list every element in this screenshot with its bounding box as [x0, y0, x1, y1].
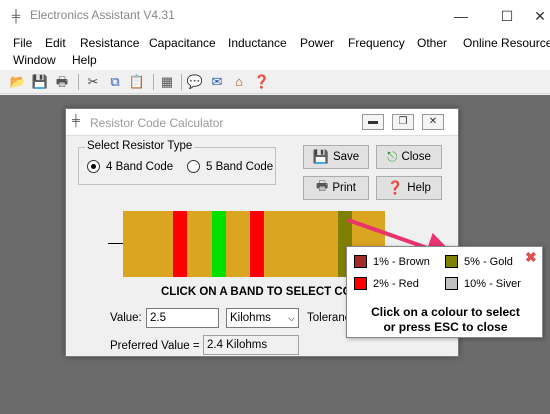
unit-select[interactable]: Kilohms ⌵	[226, 308, 299, 328]
radio-indicator[interactable]	[187, 160, 200, 173]
tolerance-color-popup: 1% - Brown 5% - Gold 2% - Red 10% - Sive…	[346, 246, 543, 338]
band-1[interactable]	[173, 211, 187, 277]
menu-inductance[interactable]: Inductance	[228, 35, 287, 51]
dialog-close-button[interactable]: ✕	[422, 114, 444, 130]
calculator-icon[interactable]: ▦	[158, 74, 176, 90]
window-title: Electronics Assistant V4.31	[30, 8, 175, 22]
maximize-button[interactable]: ☐	[484, 0, 530, 32]
home-icon[interactable]: ⌂	[230, 74, 248, 90]
option-silver[interactable]: 10% - Siver	[445, 277, 521, 290]
close-window-button[interactable]: ✕	[530, 0, 550, 32]
radio-indicator[interactable]	[87, 160, 100, 173]
unit-select-value: Kilohms	[230, 312, 271, 324]
radio-4-band-label: 4 Band Code	[106, 160, 174, 173]
brown-swatch[interactable]	[354, 255, 367, 268]
option-red-label: 2% - Red	[373, 277, 419, 290]
help-button-label: Help	[407, 182, 431, 194]
help-button[interactable]: ❓ Help	[376, 176, 442, 200]
menu-window[interactable]: Window	[13, 52, 56, 68]
print-icon: 🖶	[316, 178, 329, 193]
radio-5-band-label: 5 Band Code	[206, 160, 274, 173]
menu-power[interactable]: Power	[300, 35, 334, 51]
resistor-type-group: Select Resistor Type 4 Band Code 5 Band …	[78, 140, 276, 185]
group-label: Select Resistor Type	[85, 140, 195, 152]
menu-help[interactable]: Help	[72, 52, 97, 68]
dialog-minimize-button[interactable]: ▬	[362, 114, 384, 130]
option-brown[interactable]: 1% - Brown	[354, 255, 430, 268]
popup-message-line-2: or press ESC to close	[383, 320, 508, 334]
app-resistor-icon: ╪	[11, 9, 21, 23]
open-folder-icon[interactable]: 📂	[9, 74, 27, 90]
copy-icon[interactable]: ⧉	[106, 74, 124, 90]
band-2[interactable]	[212, 211, 226, 277]
print-button[interactable]: 🖶 Print	[303, 176, 369, 200]
print-button-label: Print	[332, 182, 356, 194]
toolbar-separator	[153, 74, 154, 90]
dialog-title: Resistor Code Calculator	[90, 116, 224, 130]
save-icon: 💾	[312, 149, 329, 164]
radio-5-band[interactable]: 5 Band Code	[187, 160, 273, 173]
menu-frequency[interactable]: Frequency	[348, 35, 405, 51]
chat-icon[interactable]: 💬	[186, 74, 204, 90]
menu-other[interactable]: Other	[417, 35, 447, 51]
toolbar-separator	[78, 74, 79, 90]
red-swatch[interactable]	[354, 277, 367, 290]
close-button-label: Close	[401, 151, 431, 163]
preferred-value-label: Preferred Value =	[110, 340, 200, 352]
preferred-value-field: 2.4 Kilohms	[203, 335, 299, 355]
menu-capacitance[interactable]: Capacitance	[149, 35, 216, 51]
silver-swatch[interactable]	[445, 277, 458, 290]
instruction-text: CLICK ON A BAND TO SELECT COLO	[161, 286, 368, 298]
exit-icon: ⎋	[387, 149, 398, 164]
dialog-restore-button[interactable]: ❐	[392, 114, 414, 130]
print-icon[interactable]: 🖶	[53, 74, 71, 90]
save-button-label: Save	[332, 151, 360, 163]
band-3[interactable]	[250, 211, 264, 277]
paste-icon[interactable]: 📋	[128, 74, 146, 90]
menu-resistance[interactable]: Resistance	[80, 35, 139, 51]
dialog-title-bar: ╪ Resistor Code Calculator ▬ ❐ ✕	[66, 109, 458, 136]
option-gold[interactable]: 5% - Gold	[445, 255, 513, 268]
value-input[interactable]: 2.5	[146, 308, 219, 328]
menu-file[interactable]: File	[13, 35, 32, 51]
minimize-button[interactable]: —	[438, 0, 484, 32]
menu-bar: File Edit Resistance Capacitance Inducta…	[0, 32, 550, 70]
option-silver-label: 10% - Siver	[464, 277, 521, 290]
popup-message-line-1: Click on a colour to select	[371, 305, 520, 319]
mail-icon[interactable]: ✉	[208, 74, 226, 90]
help-icon: ❓	[387, 180, 404, 195]
help-icon[interactable]: ❓	[253, 74, 271, 90]
cut-icon[interactable]: ✂	[84, 74, 102, 90]
toolbar: 📂 💾 🖶 ✂ ⧉ 📋 ▦ 💬 ✉ ⌂ ❓	[0, 70, 550, 94]
tolerance-label: Toleranc	[307, 312, 351, 324]
dialog-resistor-icon: ╪	[72, 115, 80, 127]
chevron-down-icon: ⌵	[288, 313, 295, 323]
option-brown-label: 1% - Brown	[373, 255, 430, 268]
save-icon[interactable]: 💾	[31, 74, 49, 90]
option-red[interactable]: 2% - Red	[354, 277, 419, 290]
title-bar: ╪ Electronics Assistant V4.31 — ☐ ✕	[0, 0, 550, 32]
menu-online-resources[interactable]: Online Resources	[463, 35, 550, 51]
radio-4-band[interactable]: 4 Band Code	[87, 160, 173, 173]
resistor-left-lead	[108, 243, 124, 244]
value-label: Value:	[110, 312, 142, 324]
popup-message: Click on a colour to select or press ESC…	[347, 305, 544, 335]
close-button[interactable]: ⎋ Close	[376, 145, 442, 169]
menu-edit[interactable]: Edit	[45, 35, 66, 51]
save-button[interactable]: 💾 Save	[303, 145, 369, 169]
toolbar-separator	[181, 74, 182, 90]
option-gold-label: 5% - Gold	[464, 255, 513, 268]
gold-swatch[interactable]	[445, 255, 458, 268]
close-icon[interactable]: ✖	[525, 250, 537, 264]
